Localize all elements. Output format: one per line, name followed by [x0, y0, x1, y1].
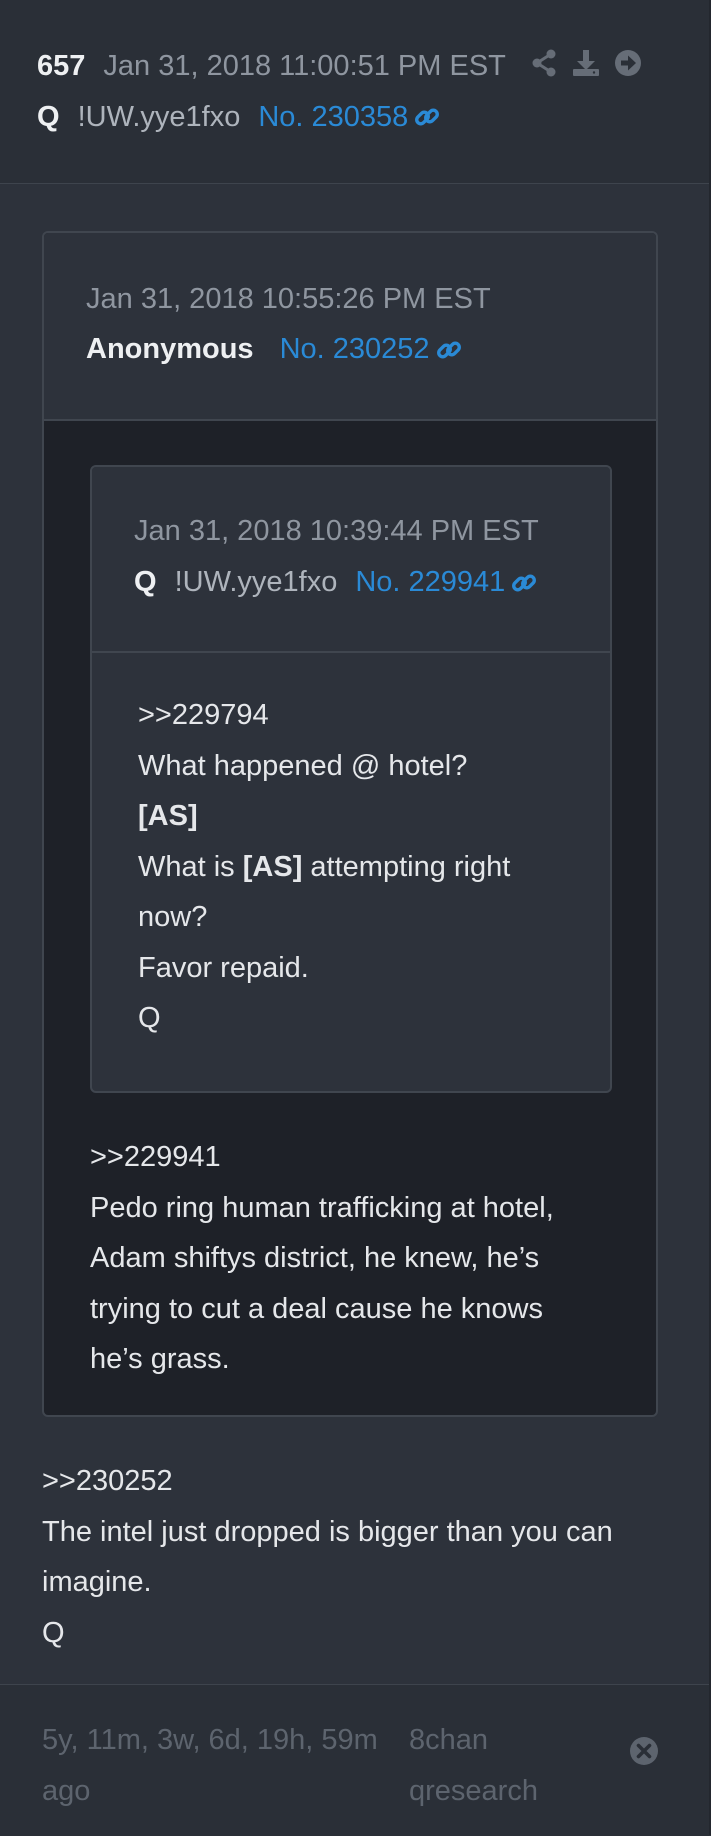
post-author-row: Q !UW.yye1fxo No. 230358 — [37, 95, 440, 139]
body-line: Pedo ring human trafficking at hotel, — [90, 1191, 554, 1224]
body-line-bold: [AS] — [138, 800, 198, 832]
body-line: trying to cut a deal cause he knows — [90, 1292, 543, 1325]
quote-link[interactable]: >>229794 — [138, 690, 578, 741]
post-number: 657 — [37, 49, 86, 82]
quoted-inner-ref-link[interactable]: No. 229941 — [355, 566, 537, 599]
quoted-post-inner: Jan 31, 2018 10:39:44 PM EST Q !UW.yye1f… — [90, 465, 612, 1093]
arrow-right-circle-icon[interactable] — [613, 48, 643, 78]
body-line: What happened @ hotel? — [138, 749, 468, 782]
board-name: qresearch — [409, 1774, 538, 1807]
body-line: Q — [138, 1002, 161, 1034]
post-actions — [529, 48, 643, 78]
post-ref-text: No. 230358 — [258, 100, 409, 133]
quoted-outer-body: >>229941 Pedo ring human trafficking at … — [90, 1132, 630, 1385]
quoted-post-outer-header: Jan 31, 2018 10:55:26 PM EST Anonymous N… — [44, 233, 656, 421]
quoted-inner-author: Q — [134, 566, 157, 598]
close-circle-icon[interactable] — [629, 1736, 659, 1766]
body-line-mixed: What is [AS] attempting right — [138, 842, 578, 893]
body-line: Q — [42, 1616, 65, 1649]
quoted-outer-ref-link[interactable]: No. 230252 — [280, 333, 462, 366]
quoted-outer-ref-text: No. 230252 — [279, 333, 430, 365]
post-datetime: Jan 31, 2018 11:00:51 PM EST — [103, 49, 506, 82]
quoted-inner-datetime: Jan 31, 2018 10:39:44 PM EST — [134, 515, 539, 547]
post-author: Q — [37, 100, 60, 133]
link-icon — [436, 337, 462, 363]
body-line: Favor repaid. — [138, 951, 309, 984]
quoted-inner-tripcode: !UW.yye1fxo — [174, 566, 338, 598]
quoted-post-inner-header: Jan 31, 2018 10:39:44 PM EST Q !UW.yye1f… — [92, 467, 610, 653]
post-ref-link[interactable]: No. 230358 — [258, 101, 440, 134]
time-ago-line: ago — [42, 1774, 91, 1807]
quoted-outer-author: Anonymous — [86, 333, 254, 365]
body-line: Adam shiftys district, he knew, he’s — [90, 1242, 540, 1274]
quoted-inner-ref-text: No. 229941 — [355, 566, 506, 598]
share-icon[interactable] — [529, 48, 559, 78]
quoted-inner-author-row: Q !UW.yye1fxo No. 229941 — [134, 566, 537, 599]
quote-link[interactable]: >>230252 — [42, 1456, 682, 1507]
download-icon[interactable] — [571, 48, 601, 78]
board-source: 8chan qresearch — [409, 1715, 538, 1816]
quoted-outer-author-row: Anonymous No. 230252 — [86, 333, 462, 366]
post-header: 657 Jan 31, 2018 11:00:51 PM EST Q !UW.y… — [0, 0, 709, 184]
body-line: he’s grass. — [90, 1343, 230, 1375]
body-text: attempting right — [302, 850, 511, 883]
board-site: 8chan — [409, 1724, 489, 1756]
post-body: >>230252 The intel just dropped is bigge… — [42, 1456, 682, 1658]
quote-link[interactable]: >>229941 — [90, 1132, 630, 1183]
post-footer: 5y, 11m, 3w, 6d, 19h, 59m ago 8chan qres… — [0, 1684, 709, 1836]
quoted-outer-datetime: Jan 31, 2018 10:55:26 PM EST — [86, 283, 491, 315]
time-ago: 5y, 11m, 3w, 6d, 19h, 59m ago — [42, 1715, 412, 1816]
body-line: imagine. — [42, 1566, 152, 1598]
body-line: The intel just dropped is bigger than yo… — [42, 1515, 613, 1548]
post-tripcode: !UW.yye1fxo — [77, 100, 241, 133]
body-line: now? — [138, 901, 208, 933]
quoted-post-outer: Jan 31, 2018 10:55:26 PM EST Anonymous N… — [42, 231, 658, 1417]
time-ago-line: 5y, 11m, 3w, 6d, 19h, 59m — [42, 1724, 378, 1756]
link-icon — [414, 104, 440, 130]
quoted-inner-body: >>229794 What happened @ hotel? [AS] Wha… — [138, 690, 578, 1044]
post-meta-row: 657 Jan 31, 2018 11:00:51 PM EST — [37, 44, 506, 88]
post-page: 657 Jan 31, 2018 11:00:51 PM EST Q !UW.y… — [0, 0, 711, 1836]
link-icon — [511, 570, 537, 596]
body-text-bold: [AS] — [242, 850, 303, 883]
body-text: What is — [138, 850, 243, 883]
